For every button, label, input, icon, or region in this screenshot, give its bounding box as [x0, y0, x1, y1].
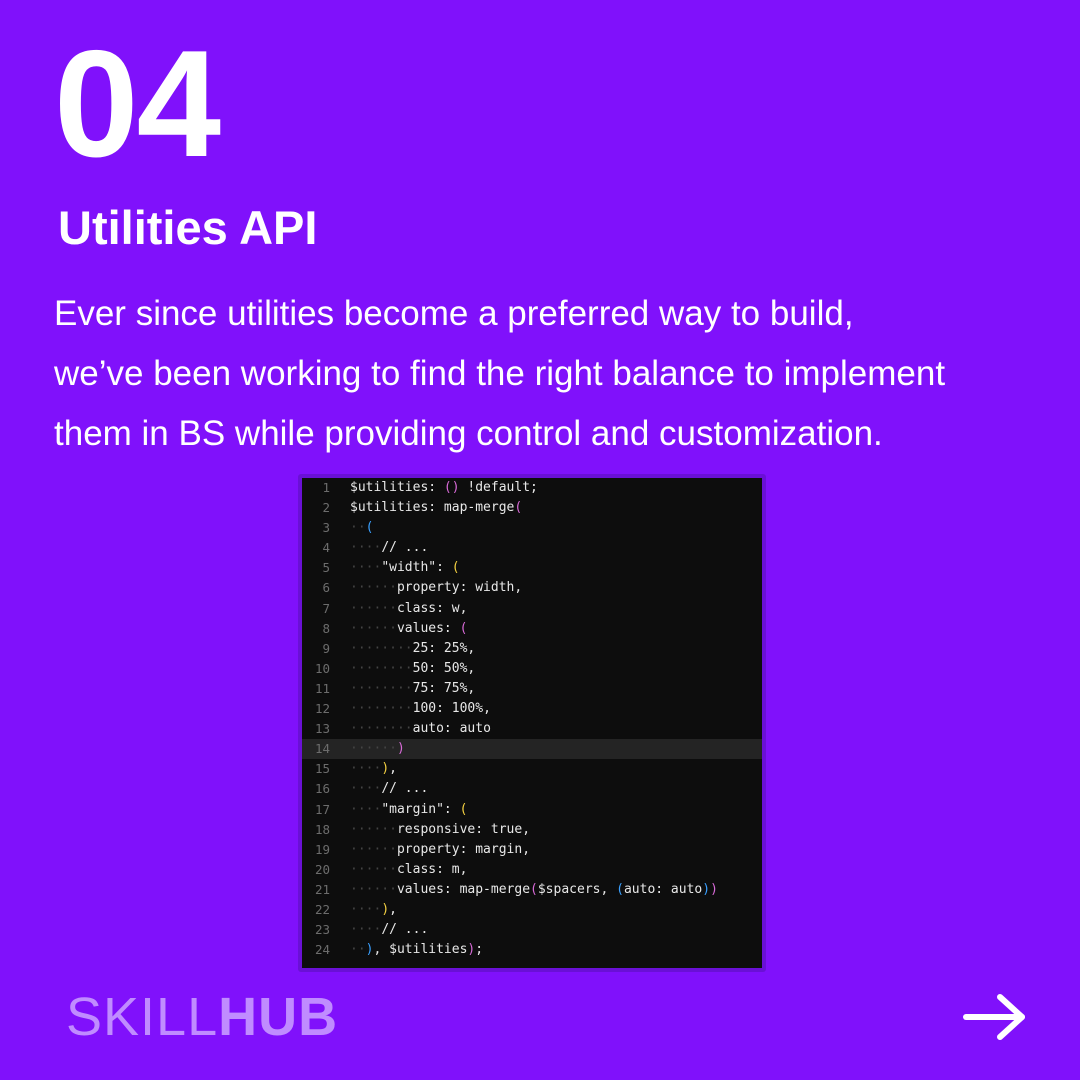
code-line: 16 ····// ...	[302, 779, 762, 799]
code-text: ········100: 100%,	[350, 701, 491, 717]
code-line: 1 $utilities: () !default;	[302, 478, 762, 498]
code-line: 21 ······values: map-merge($spacers, (aut…	[302, 880, 762, 900]
code-text: ······values: map-merge($spacers, (auto:…	[350, 881, 718, 897]
line-number: 21	[314, 881, 330, 897]
line-number: 20	[314, 861, 330, 877]
code-text: ······class: w,	[350, 600, 468, 616]
line-number: 11	[314, 680, 330, 696]
code-line: 18 ······responsive: true,	[302, 820, 762, 840]
code-line: 5 ····"width": (	[302, 558, 762, 578]
code-line: 13 ········auto: auto	[302, 719, 762, 739]
description-line: we’ve been working to find the right bal…	[54, 354, 946, 393]
code-line: 22 ····),	[302, 900, 762, 920]
line-number: 2	[322, 500, 330, 516]
arrow-right-icon[interactable]	[962, 990, 1028, 1044]
code-line: 12 ········100: 100%,	[302, 699, 762, 719]
logo-light-text: SKILL	[66, 987, 219, 1047]
logo-bold-text: HUB	[218, 987, 339, 1047]
line-number: 17	[314, 801, 330, 817]
code-line: 20 ······class: m,	[302, 860, 762, 880]
code-line: 14 ······)	[302, 739, 762, 760]
code-line: 4 ····// ...	[302, 538, 762, 558]
description-line: them in BS while providing control and c…	[54, 414, 883, 453]
brand-logo: SKILLHUB	[66, 990, 338, 1044]
code-line: 15 ····),	[302, 759, 762, 779]
line-number: 19	[314, 841, 330, 857]
code-line: 19 ······property: margin,	[302, 840, 762, 860]
code-line: 17 ····"margin": (	[302, 800, 762, 820]
code-text: ······class: m,	[350, 861, 468, 877]
code-line: 6 ······property: width,	[302, 578, 762, 598]
line-number: 18	[314, 821, 330, 837]
line-number: 14	[314, 741, 330, 757]
code-screenshot: 1 $utilities: () !default; 2 $utilities: ma…	[298, 474, 766, 972]
line-number: 24	[314, 942, 330, 958]
code-text: ······values: (	[350, 620, 468, 636]
line-number: 5	[322, 560, 330, 576]
code-line: 23 ····// ...	[302, 920, 762, 940]
code-text: ······responsive: true,	[350, 821, 531, 837]
line-number: 1	[322, 480, 330, 495]
line-number: 3	[322, 520, 330, 536]
description-line: Ever since utilities become a preferred …	[54, 294, 854, 333]
line-number: 12	[314, 701, 330, 717]
code-line: 9 ········25: 25%,	[302, 639, 762, 659]
code-text: ········auto: auto	[350, 721, 491, 737]
line-number: 4	[322, 540, 330, 556]
code-text: ········25: 25%,	[350, 640, 476, 656]
code-editor: 1 $utilities: () !default; 2 $utilities: ma…	[302, 478, 762, 968]
code-text: ········75: 75%,	[350, 680, 476, 696]
line-number: 8	[322, 620, 330, 636]
code-text: ····// ...	[350, 781, 429, 797]
code-text: ······property: margin,	[350, 841, 531, 857]
line-number: 10	[314, 660, 330, 676]
code-line: 7 ······class: w,	[302, 599, 762, 619]
line-number: 7	[322, 600, 330, 616]
code-text: ····"width": (	[350, 560, 460, 576]
slide-number: 04	[54, 19, 221, 189]
line-number: 23	[314, 922, 330, 938]
code-text: ····),	[350, 901, 397, 917]
code-line: 10 ········50: 50%,	[302, 659, 762, 679]
code-text: ······property: width,	[350, 580, 523, 596]
code-text: ··), $utilities);	[350, 942, 484, 958]
code-line: 2 $utilities: map-merge(	[302, 498, 762, 518]
code-line: 24 ··), $utilities);	[302, 940, 762, 960]
code-text: ··(	[350, 520, 374, 536]
slide-title: Utilities API	[58, 201, 318, 254]
line-number: 13	[314, 721, 330, 737]
line-number: 6	[322, 580, 330, 596]
code-line: 3 ··(	[302, 518, 762, 538]
line-number: 16	[314, 781, 330, 797]
slide-description: Ever since utilities become a preferred …	[54, 284, 1074, 464]
code-text: $utilities: () !default;	[350, 480, 538, 495]
code-text: ····"margin": (	[350, 801, 468, 817]
line-number: 22	[314, 901, 330, 917]
line-number: 9	[322, 640, 330, 656]
code-line: 8 ······values: (	[302, 619, 762, 639]
code-line: 11 ········75: 75%,	[302, 679, 762, 699]
line-number: 15	[314, 761, 330, 777]
code-text: ····// ...	[350, 540, 429, 556]
code-text: ········50: 50%,	[350, 660, 476, 676]
code-text: ····// ...	[350, 922, 429, 938]
code-text: ····),	[350, 761, 397, 777]
code-text: ······)	[350, 741, 405, 757]
code-text: $utilities: map-merge(	[350, 500, 523, 516]
